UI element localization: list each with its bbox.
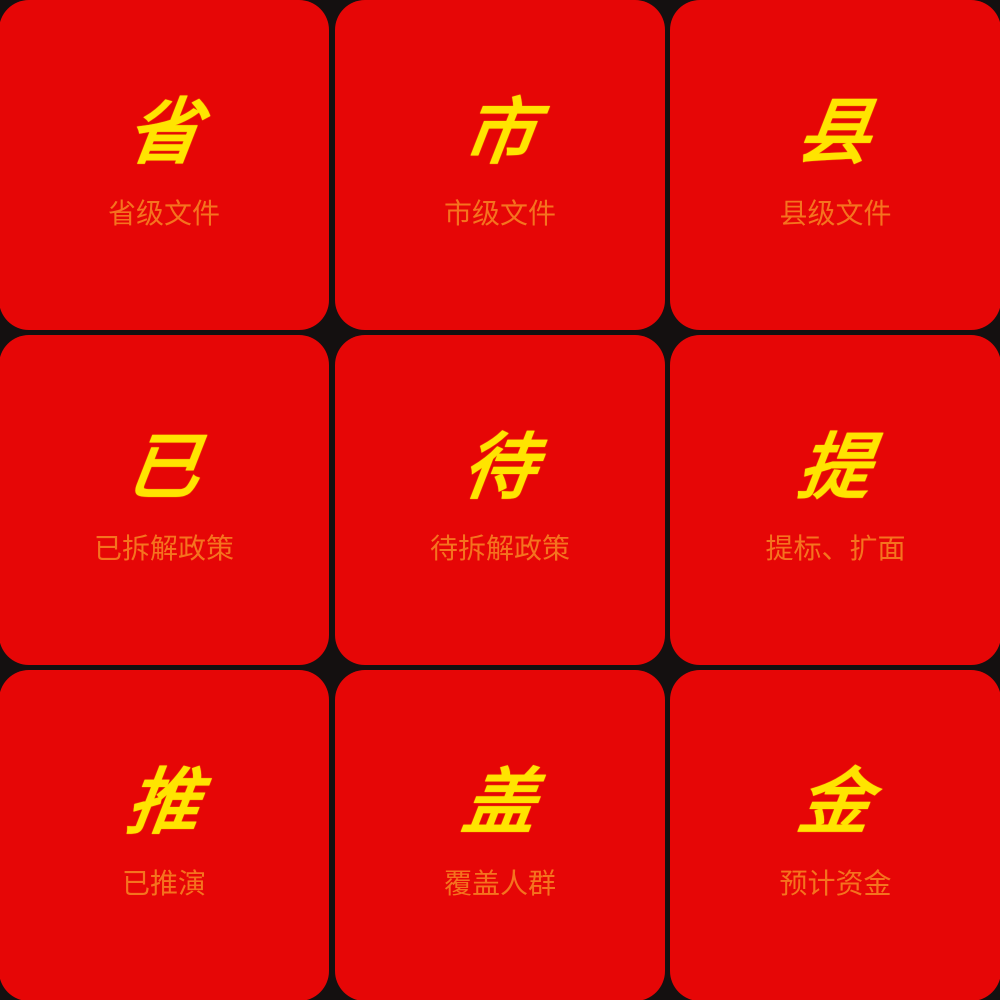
tile-glyph: 县 [793,90,878,174]
tile-deduced[interactable]: 推 已推演 [0,670,329,1000]
policy-dashboard-grid: 省 省级文件 市 市级文件 县 县级文件 已 已拆解政策 待 待拆解政策 提 提… [0,0,1000,1000]
tile-city-files[interactable]: 市 市级文件 [335,0,665,330]
tile-label: 提标、扩面 [765,532,906,565]
tile-province-files[interactable]: 省 省级文件 [0,0,329,330]
tile-glyph: 金 [793,760,878,844]
tile-coverage[interactable]: 盖 覆盖人群 [335,670,665,1000]
tile-glyph: 省 [122,90,206,174]
tile-glyph: 盖 [458,760,542,844]
tile-glyph: 已 [122,425,206,509]
tile-label: 待拆解政策 [429,532,570,565]
tile-glyph: 推 [122,760,206,844]
tile-glyph: 市 [458,90,542,174]
tile-glyph: 待 [458,425,542,509]
tile-label: 省级文件 [107,197,220,230]
tile-label: 覆盖人群 [443,867,556,900]
tile-glyph: 提 [793,425,878,509]
tile-decomposed-policies[interactable]: 已 已拆解政策 [0,335,329,665]
tile-label: 预计资金 [779,867,892,900]
tile-label: 县级文件 [779,197,892,230]
tile-label: 已推演 [121,867,206,900]
tile-county-files[interactable]: 县 县级文件 [670,0,1000,330]
tile-label: 已拆解政策 [93,532,234,565]
tile-label: 市级文件 [443,197,556,230]
tile-raise-expand[interactable]: 提 提标、扩面 [670,335,1000,665]
tile-estimated-funds[interactable]: 金 预计资金 [670,670,1000,1000]
tile-pending-policies[interactable]: 待 待拆解政策 [335,335,665,665]
